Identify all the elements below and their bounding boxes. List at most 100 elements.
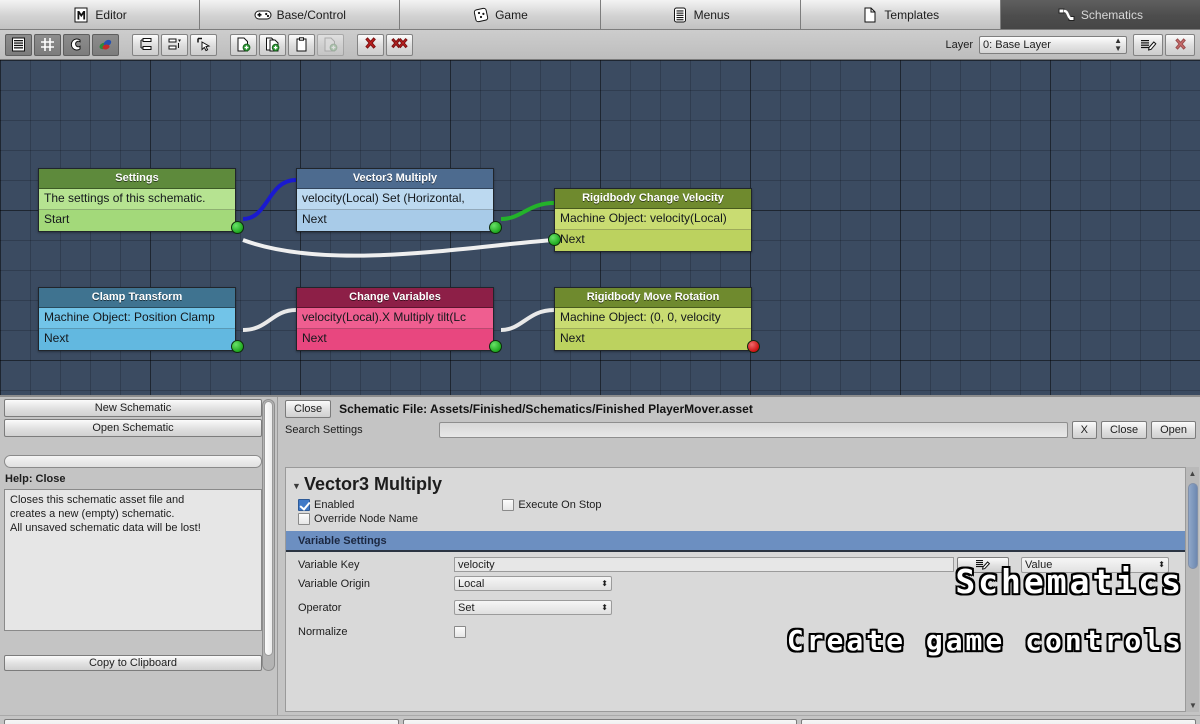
schematic-canvas[interactable]: Settings The settings of this schematic.…: [0, 60, 1200, 397]
edit-variable-key-button[interactable]: [957, 556, 1009, 573]
scrollbar-thumb[interactable]: [1188, 483, 1198, 569]
node-change-variables[interactable]: Change Variables velocity(Local).X Multi…: [296, 287, 502, 353]
chevron-updown-icon: ▲ ▼: [1114, 35, 1122, 53]
node-input-port[interactable]: [548, 233, 561, 246]
node-output-port[interactable]: [231, 340, 244, 353]
value-type-popup[interactable]: Value ⬍: [1021, 556, 1169, 573]
help-line: Closes this schematic asset file and: [10, 494, 185, 506]
open-settings-button[interactable]: Open: [1151, 421, 1196, 439]
node-title: Change Variables: [297, 288, 493, 308]
scroll-down-arrow[interactable]: ▼: [1186, 699, 1200, 712]
node-output-port[interactable]: [489, 340, 502, 353]
footer-button-bar: Delete Schematic Save Schematic Save Sch…: [0, 715, 1200, 724]
search-settings-label: Search Settings: [285, 424, 363, 436]
save-schematic-button[interactable]: Save Schematic: [402, 719, 798, 724]
inspector-node-title[interactable]: ▼ Vector3 Multiply: [286, 468, 1185, 497]
inspector-header: Close Schematic File: Assets/Finished/Sc…: [281, 397, 1200, 419]
node-title-text: Vector3 Multiply: [304, 474, 443, 494]
schematic-editor-window: Editor Base/Control Game Menus Templates…: [0, 0, 1200, 724]
field-row-variable-origin: Variable Origin Local ⬍: [286, 574, 1185, 593]
close-settings-button[interactable]: Close: [1100, 421, 1148, 439]
node-line-1: Machine Object: velocity(Local): [555, 209, 751, 230]
delete-all-nodes-button[interactable]: [386, 33, 413, 56]
clear-search-button[interactable]: X: [1071, 421, 1097, 439]
node-line-1: Machine Object: (0, 0, velocity: [555, 308, 751, 329]
variable-key-label: Variable Key: [298, 558, 360, 571]
tab-game[interactable]: Game: [400, 0, 601, 30]
schematic-file-label: Schematic File: Assets/Finished/Schemati…: [339, 402, 753, 416]
open-schematic-button[interactable]: Open Schematic: [4, 419, 262, 437]
paste-into-node-button[interactable]: [317, 33, 344, 56]
schematic-toolbar: Layer 0: Base Layer ▲ ▼: [0, 30, 1200, 60]
field-row-operator: Operator Set ⬍: [286, 598, 1185, 617]
node-output-port[interactable]: [231, 221, 244, 234]
align-nodes-button[interactable]: [132, 33, 159, 56]
node-title: Clamp Transform: [39, 288, 235, 308]
copy-to-clipboard-button[interactable]: Copy to Clipboard: [4, 655, 262, 671]
node-output-port[interactable]: [747, 340, 760, 353]
layer-select-value: 0: Base Layer: [983, 38, 1051, 51]
search-settings-row: Search Settings X Close Open: [281, 419, 1200, 441]
tab-schematics[interactable]: Schematics: [1000, 0, 1200, 30]
node-list-toggle-button[interactable]: [5, 33, 32, 56]
node-rigidbody-move-rotation[interactable]: Rigidbody Move Rotation Machine Object: …: [554, 287, 760, 353]
page-icon: [861, 6, 879, 24]
copy-node-button[interactable]: [259, 33, 286, 56]
search-input[interactable]: [439, 422, 1068, 438]
node-vector3-multiply[interactable]: Vector3 Multiply velocity(Local) Set (Ho…: [296, 168, 502, 234]
layer-label: Layer: [945, 38, 973, 51]
cursor-select-button[interactable]: [190, 33, 217, 56]
left-panel-scrollbar[interactable]: [262, 399, 275, 671]
node-settings[interactable]: Settings The settings of this schematic.…: [38, 168, 244, 234]
new-node-button[interactable]: [230, 33, 257, 56]
edit-layer-button[interactable]: [1133, 33, 1163, 56]
override-node-name-checkbox[interactable]: [298, 513, 310, 525]
operator-popup[interactable]: Set ⬍: [454, 600, 612, 615]
node-title: Vector3 Multiply: [297, 169, 493, 189]
chevron-updown-icon: ⬍: [1158, 560, 1165, 569]
scroll-up-arrow[interactable]: ▲: [1186, 467, 1199, 480]
list-icon: [671, 6, 689, 24]
node-rigidbody-change-velocity[interactable]: Rigidbody Change Velocity Machine Object…: [548, 188, 752, 252]
node-line-2: Next: [39, 329, 235, 350]
progress-track[interactable]: [4, 455, 262, 468]
enabled-checkbox[interactable]: [298, 499, 310, 511]
grid-toggle-button[interactable]: [34, 33, 61, 56]
variable-origin-popup[interactable]: Local ⬍: [454, 576, 612, 591]
tab-editor[interactable]: Editor: [0, 0, 201, 30]
layer-select[interactable]: 0: Base Layer ▲ ▼: [979, 35, 1127, 54]
node-clamp-transform[interactable]: Clamp Transform Machine Object: Position…: [38, 287, 244, 353]
operator-label: Operator: [298, 601, 342, 614]
save-schematic-as-button[interactable]: Save Schematic As ...: [801, 719, 1197, 724]
node-line-2: Next: [555, 230, 751, 251]
node-output-port[interactable]: [489, 221, 502, 234]
node-line-1: velocity(Local).X Multiply tilt(Lc: [297, 308, 493, 329]
execute-on-stop-checkbox[interactable]: [502, 499, 515, 511]
magnet-snap-button[interactable]: [63, 33, 90, 56]
node-line-2: Next: [297, 329, 493, 350]
paste-node-button[interactable]: [288, 33, 315, 56]
gamepad-icon: [254, 6, 272, 24]
field-row-normalize: Normalize: [286, 622, 1185, 641]
node-line-1: Machine Object: Position Clamp: [39, 308, 235, 329]
node-title: Settings: [39, 169, 235, 189]
delete-node-button[interactable]: [357, 33, 384, 56]
new-schematic-button[interactable]: New Schematic: [4, 399, 262, 417]
delete-schematic-button[interactable]: Delete Schematic: [4, 719, 399, 724]
tab-menus[interactable]: Menus: [600, 0, 801, 30]
arrange-nodes-button[interactable]: [161, 33, 188, 56]
palette-toggle-button[interactable]: [92, 33, 119, 56]
triangle-down-icon[interactable]: ▼: [292, 481, 301, 491]
inspector-scrollbar[interactable]: ▲ ▼: [1185, 467, 1199, 712]
delete-layer-button[interactable]: [1165, 33, 1195, 56]
close-button[interactable]: Close: [285, 400, 332, 418]
scrollbar-thumb[interactable]: [264, 401, 273, 656]
tab-templates[interactable]: Templates: [800, 0, 1001, 30]
inspector-body: ▼ Vector3 Multiply Enabled Execute On St…: [285, 467, 1186, 712]
variable-key-input[interactable]: velocity: [454, 557, 954, 572]
operator-value: Set: [458, 601, 475, 614]
tab-base-control[interactable]: Base/Control: [200, 0, 401, 30]
node-title: Rigidbody Move Rotation: [555, 288, 751, 308]
normalize-checkbox[interactable]: [454, 625, 466, 638]
checkbox-row-2: Override Node Name: [286, 511, 1185, 525]
